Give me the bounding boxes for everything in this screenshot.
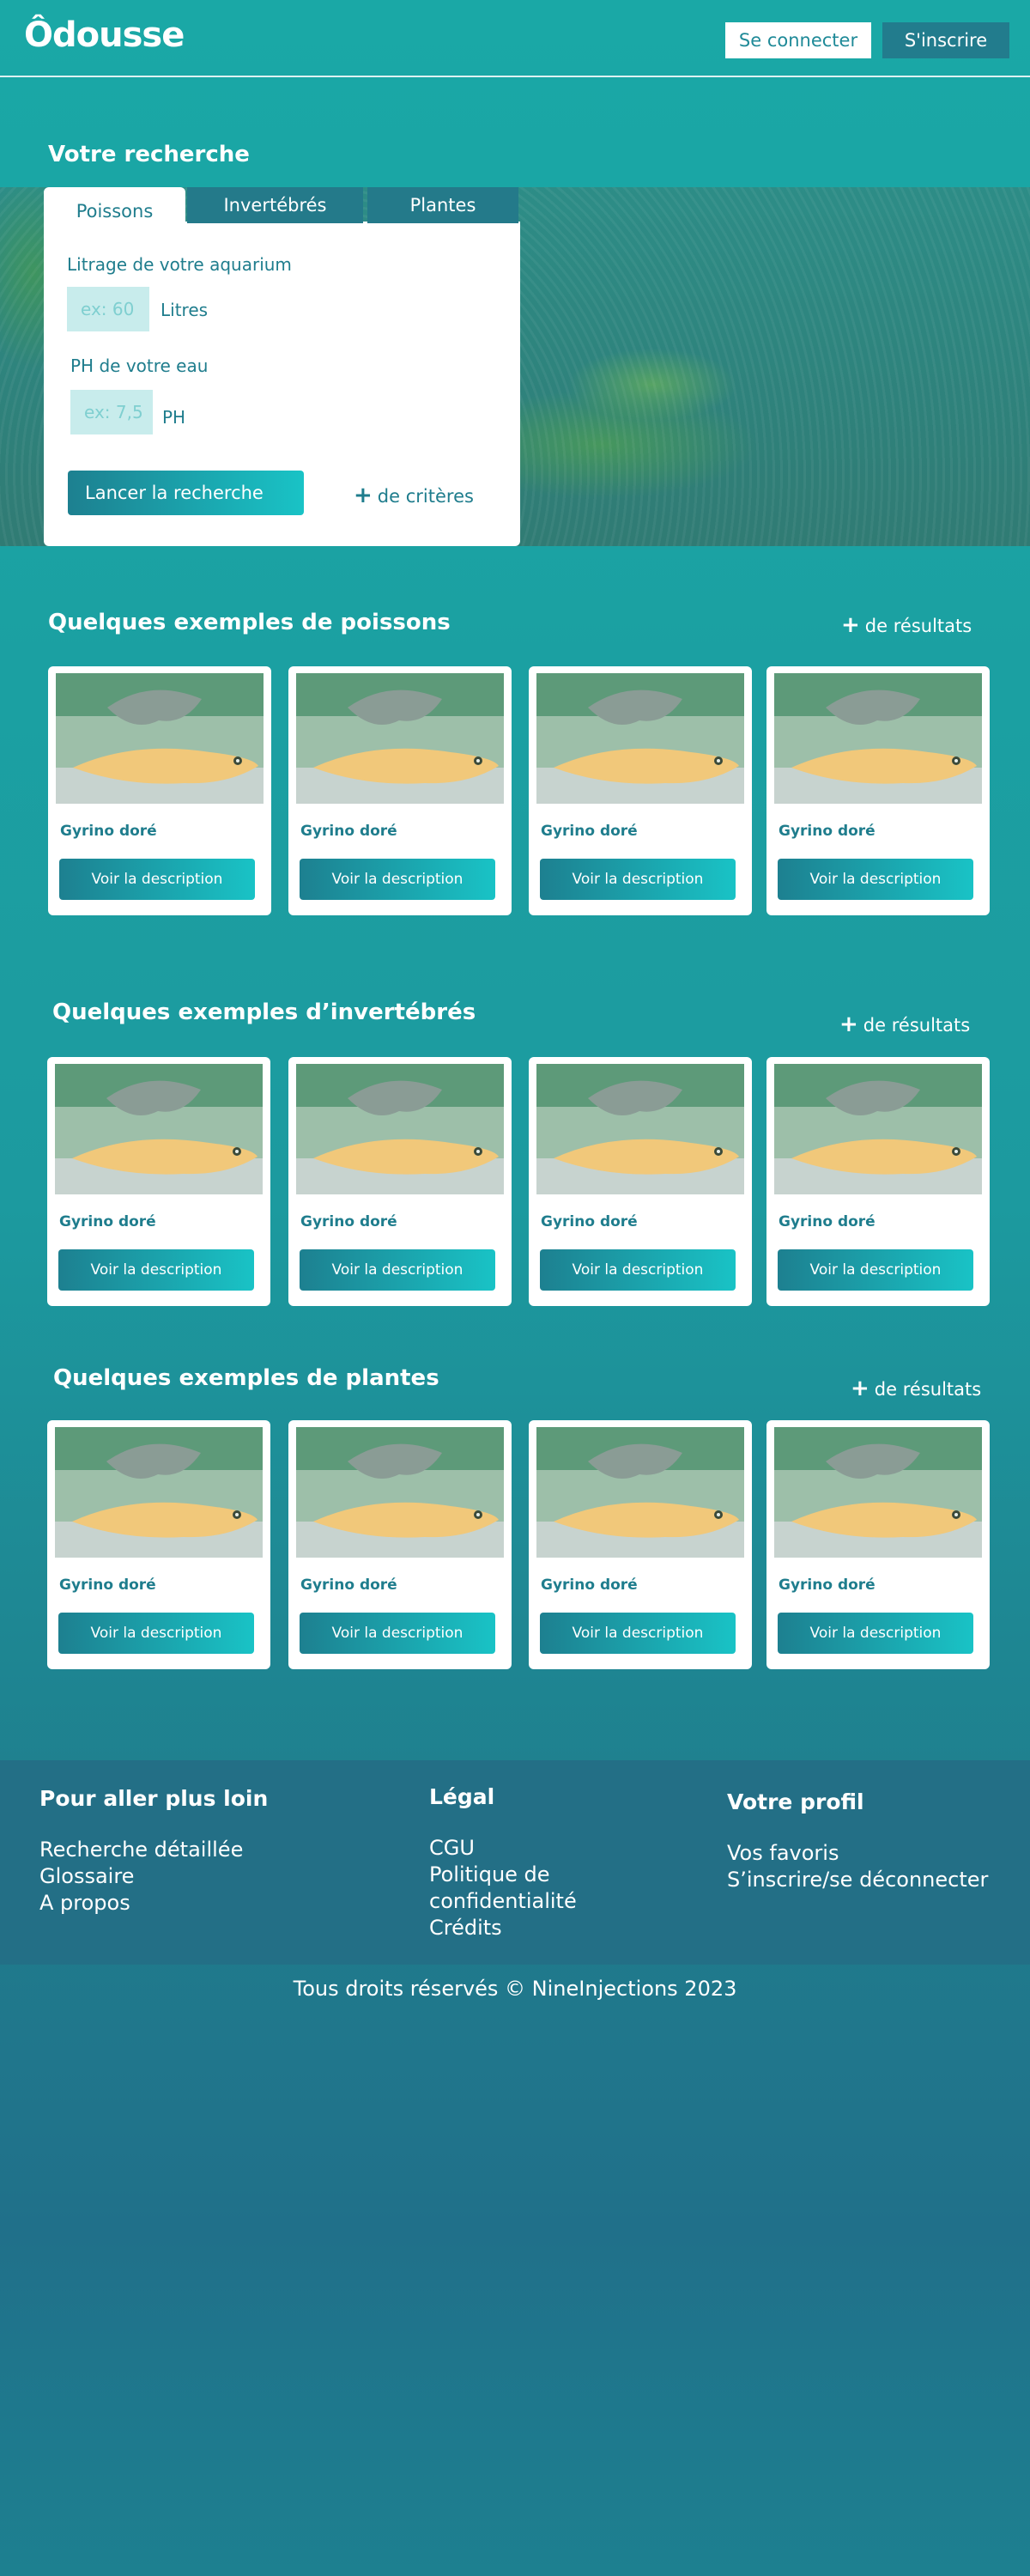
species-name: Gyrino doré (541, 823, 638, 840)
site-logo[interactable]: Ôdousse (24, 15, 185, 55)
footer-link-glossary[interactable]: Glossaire (39, 1863, 268, 1890)
plus-icon: + (851, 1376, 869, 1401)
tab-invertebres[interactable]: Invertébrés (187, 187, 363, 223)
footer-link-privacy-line2[interactable]: confidentialité (429, 1888, 577, 1915)
species-card: Gyrino doré Voir la description (288, 666, 512, 915)
view-description-button[interactable]: Voir la description (58, 1613, 254, 1654)
plus-icon: + (839, 1012, 858, 1037)
copyright: Tous droits réservés © NineInjections 20… (293, 1977, 737, 2001)
species-card: Gyrino doré Voir la description (47, 1420, 270, 1669)
search-submit-button[interactable]: Lancer la recherche (68, 471, 304, 515)
view-description-button[interactable]: Voir la description (540, 1613, 736, 1654)
species-card: Gyrino doré Voir la description (529, 1057, 752, 1306)
tab-plantes[interactable]: Plantes (367, 187, 518, 223)
species-card: Gyrino doré Voir la description (529, 1420, 752, 1669)
footer-link-about[interactable]: A propos (39, 1890, 268, 1917)
more-criteria-link[interactable]: + de critères (354, 483, 474, 508)
section-title-invertebres: Quelques exemples d’invertébrés (52, 999, 476, 1025)
footer-link-cgu[interactable]: CGU (429, 1835, 577, 1862)
ph-input[interactable] (70, 390, 153, 434)
footer-link-credits[interactable]: Crédits (429, 1915, 577, 1941)
species-name: Gyrino doré (59, 1577, 156, 1594)
species-photo[interactable] (296, 1064, 504, 1194)
plus-icon: + (841, 612, 860, 638)
site-footer: Pour aller plus loin Recherche détaillée… (0, 1760, 1030, 1965)
species-name: Gyrino doré (541, 1577, 638, 1594)
species-card: Gyrino doré Voir la description (47, 1057, 270, 1306)
footer-link-favorites[interactable]: Vos favoris (727, 1840, 988, 1867)
footer-column-profile: Votre profil Vos favoris S’inscrire/se d… (727, 1789, 988, 1893)
species-name: Gyrino doré (300, 1213, 397, 1230)
more-results-link-plantes[interactable]: + de résultats (851, 1376, 981, 1401)
species-photo[interactable] (774, 1427, 982, 1558)
ph-label: PH de votre eau (70, 355, 209, 376)
plus-icon: + (354, 483, 373, 508)
more-results-link-invertebres[interactable]: + de résultats (839, 1012, 970, 1037)
species-photo[interactable] (536, 1427, 744, 1558)
more-criteria-label: de critères (377, 486, 474, 507)
species-name: Gyrino doré (59, 1213, 156, 1230)
more-results-label: de résultats (864, 616, 972, 636)
section-title-poissons: Quelques exemples de poissons (48, 610, 451, 635)
view-description-button[interactable]: Voir la description (300, 1249, 495, 1291)
species-photo[interactable] (55, 1427, 263, 1558)
footer-column-further: Pour aller plus loin Recherche détaillée… (39, 1786, 268, 1917)
footer-link-signup-logout[interactable]: S’inscrire/se déconnecter (727, 1867, 988, 1893)
species-photo[interactable] (296, 673, 504, 804)
tab-poissons[interactable]: Poissons (44, 187, 185, 225)
species-photo[interactable] (536, 673, 744, 804)
login-button[interactable]: Se connecter (725, 22, 871, 58)
species-photo[interactable] (56, 673, 264, 804)
view-description-button[interactable]: Voir la description (540, 1249, 736, 1291)
view-description-button[interactable]: Voir la description (58, 1249, 254, 1291)
volume-label: Litrage de votre aquarium (67, 254, 292, 275)
footer-heading: Pour aller plus loin (39, 1786, 269, 1811)
species-name: Gyrino doré (779, 823, 876, 840)
species-photo[interactable] (55, 1064, 263, 1194)
volume-unit: Litres (161, 300, 209, 320)
footer-heading: Légal (429, 1784, 495, 1809)
species-card: Gyrino doré Voir la description (48, 666, 271, 915)
species-photo[interactable] (774, 1064, 982, 1194)
species-name: Gyrino doré (779, 1213, 876, 1230)
view-description-button[interactable]: Voir la description (540, 859, 736, 900)
search-title: Votre recherche (48, 142, 250, 167)
species-name: Gyrino doré (300, 1577, 397, 1594)
volume-input[interactable] (67, 287, 149, 331)
more-results-link-poissons[interactable]: + de résultats (841, 612, 972, 638)
species-card: Gyrino doré Voir la description (288, 1057, 512, 1306)
species-card: Gyrino doré Voir la description (529, 666, 752, 915)
signup-button[interactable]: S'inscrire (882, 22, 1009, 58)
view-description-button[interactable]: Voir la description (300, 859, 495, 900)
footer-heading: Votre profil (727, 1789, 864, 1814)
species-card: Gyrino doré Voir la description (766, 666, 990, 915)
footer-link-privacy-line1[interactable]: Politique de (429, 1862, 577, 1888)
view-description-button[interactable]: Voir la description (59, 859, 255, 900)
footer-column-legal: Légal CGU Politique de confidentialité C… (429, 1784, 577, 1941)
species-card: Gyrino doré Voir la description (288, 1420, 512, 1669)
more-results-label: de résultats (874, 1379, 982, 1400)
view-description-button[interactable]: Voir la description (778, 859, 973, 900)
species-name: Gyrino doré (300, 823, 397, 840)
view-description-button[interactable]: Voir la description (778, 1613, 973, 1654)
view-description-button[interactable]: Voir la description (778, 1249, 973, 1291)
species-name: Gyrino doré (541, 1213, 638, 1230)
footer-link-detailed-search[interactable]: Recherche détaillée (39, 1837, 268, 1863)
ph-unit: PH (162, 407, 186, 428)
species-card: Gyrino doré Voir la description (766, 1057, 990, 1306)
species-name: Gyrino doré (60, 823, 157, 840)
section-title-plantes: Quelques exemples de plantes (53, 1365, 439, 1391)
species-photo[interactable] (774, 673, 982, 804)
species-name: Gyrino doré (779, 1577, 876, 1594)
more-results-label: de résultats (863, 1015, 971, 1036)
species-photo[interactable] (536, 1064, 744, 1194)
view-description-button[interactable]: Voir la description (300, 1613, 495, 1654)
site-header: Ôdousse Se connecter S'inscrire (0, 0, 1030, 77)
species-photo[interactable] (296, 1427, 504, 1558)
species-card: Gyrino doré Voir la description (766, 1420, 990, 1669)
